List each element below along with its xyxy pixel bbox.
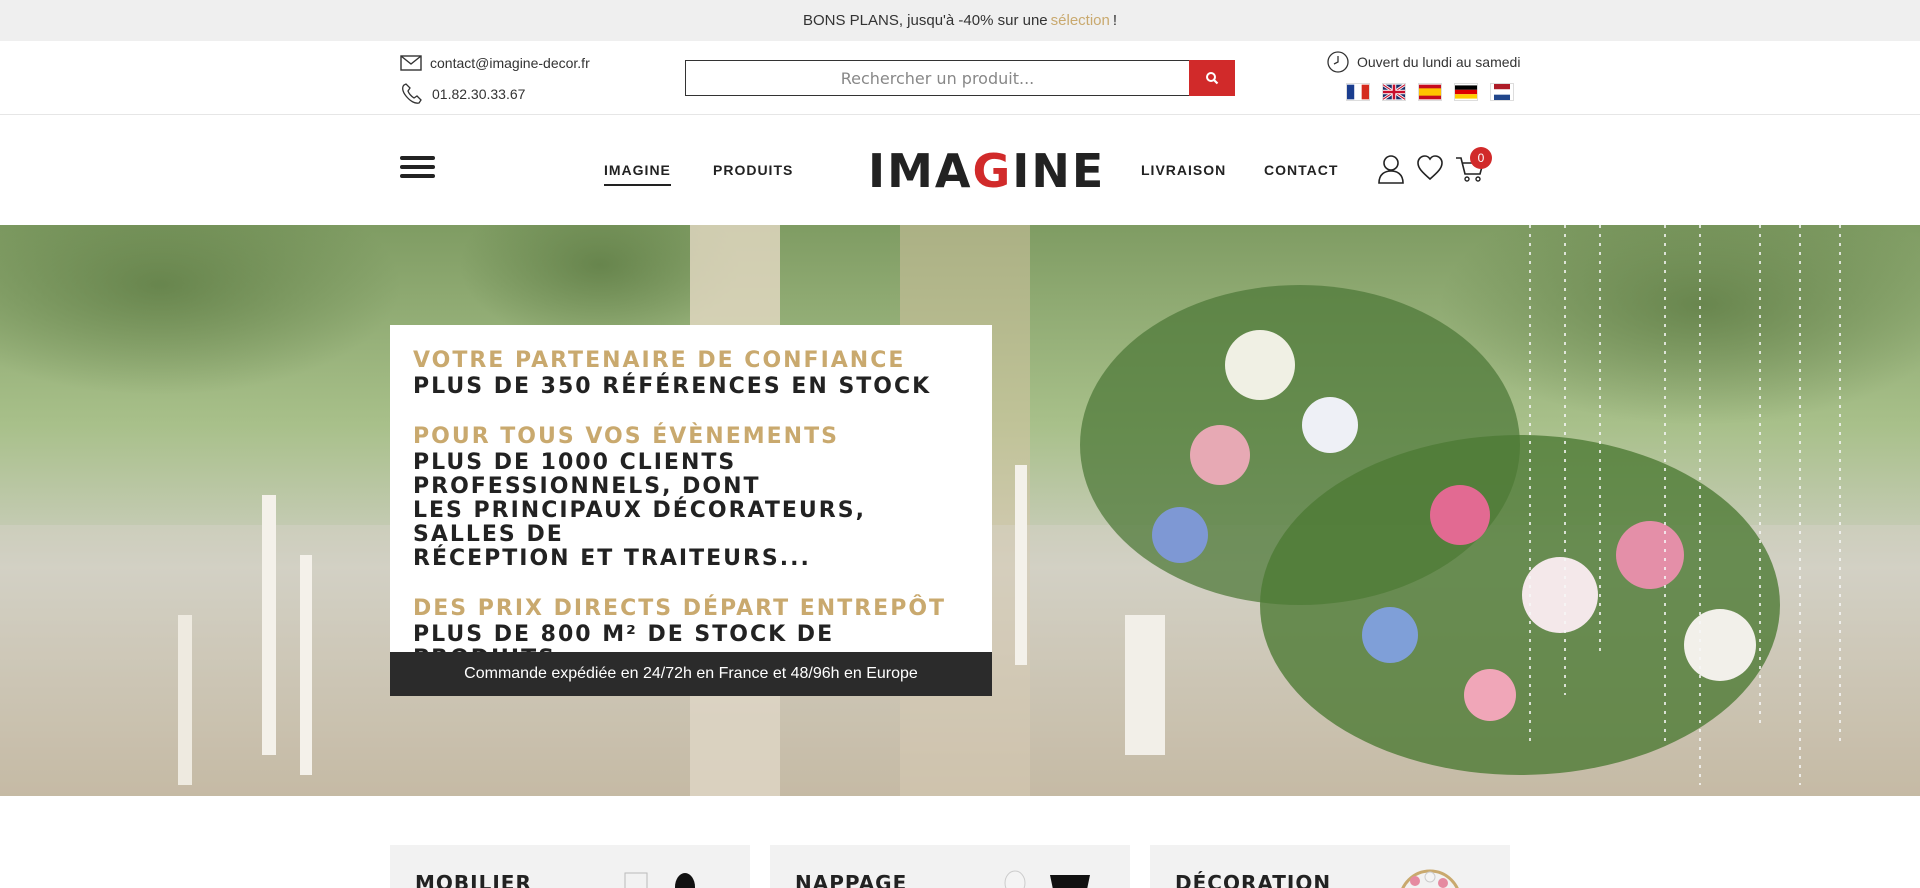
nav-produits[interactable]: PRODUITS: [713, 162, 793, 178]
tablecloth-thumbnail-icon: [1004, 870, 1090, 888]
promo-text: BONS PLANS, jusqu'à -40% sur une: [802, 12, 1048, 29]
shipping-banner: Commande expédiée en 24/72h en France et…: [390, 652, 992, 696]
category-label: DÉCORATION: [1175, 871, 1332, 888]
nav-contact[interactable]: CONTACT: [1264, 162, 1338, 178]
menu-icon[interactable]: [400, 156, 435, 182]
hero-heading-1: VOTRE PARTENAIRE DE CONFIANCE: [413, 348, 906, 373]
phone-text: 01.82.30.33.67: [432, 86, 526, 102]
user-account-icon[interactable]: [1377, 154, 1405, 184]
category-card-mobilier[interactable]: MOBILIER: [390, 845, 750, 888]
wishlist-heart-icon[interactable]: [1416, 154, 1444, 182]
hero-info-card: VOTRE PARTENAIRE DE CONFIANCE PLUS DE 35…: [390, 325, 992, 696]
phone-contact[interactable]: 01.82.30.33.67: [400, 83, 525, 105]
promo-selection-link[interactable]: sélection: [1051, 12, 1110, 29]
flag-de-icon[interactable]: [1454, 83, 1478, 101]
utility-bar: contact@imagine-decor.fr 01.82.30.33.67 …: [0, 41, 1920, 115]
hero-heading-2: POUR TOUS VOS ÉVÈNEMENTS: [413, 424, 839, 449]
flag-nl-icon[interactable]: [1490, 83, 1514, 101]
search-icon: [1206, 72, 1219, 85]
flag-es-icon[interactable]: [1418, 83, 1442, 101]
hero-block-2: POUR TOUS VOS ÉVÈNEMENTS PLUS DE 1000 CL…: [413, 423, 969, 571]
nav-livraison[interactable]: LIVRAISON: [1141, 162, 1226, 178]
category-card-nappage[interactable]: NAPPAGE: [770, 845, 1130, 888]
flag-uk-icon[interactable]: [1382, 83, 1406, 101]
category-label: MOBILIER: [415, 871, 532, 888]
category-label: NAPPAGE: [795, 871, 908, 888]
nav-imagine[interactable]: IMAGINE: [604, 162, 671, 186]
flag-fr-icon[interactable]: [1346, 83, 1370, 101]
phone-icon: [402, 83, 422, 104]
search-button[interactable]: [1189, 60, 1235, 96]
search-input[interactable]: [685, 60, 1189, 96]
promo-suffix: !: [1112, 12, 1118, 29]
cart-count-badge: 0: [1470, 147, 1492, 169]
hero-banner: VOTRE PARTENAIRE DE CONFIANCE PLUS DE 35…: [0, 225, 1920, 796]
search-bar: [685, 60, 1235, 96]
main-header: IMAGINE PRODUITS IMAGINE LIVRAISON CONTA…: [0, 116, 1920, 224]
furniture-thumbnail-icon: [624, 872, 695, 888]
hours-text: Ouvert du lundi au samedi: [1357, 54, 1521, 70]
hero-block-1: VOTRE PARTENAIRE DE CONFIANCE PLUS DE 35…: [413, 347, 969, 399]
email-contact[interactable]: contact@imagine-decor.fr: [400, 55, 590, 71]
opening-hours: Ouvert du lundi au samedi: [1327, 51, 1520, 73]
hero-body-1: PLUS DE 350 RÉFÉRENCES EN STOCK: [413, 374, 932, 399]
site-logo[interactable]: IMAGINE: [868, 144, 1105, 198]
email-text: contact@imagine-decor.fr: [430, 55, 590, 71]
decoration-thumbnail-icon: [1401, 869, 1459, 888]
language-switcher: [1346, 83, 1514, 101]
category-card-decoration[interactable]: DÉCORATION: [1150, 845, 1510, 888]
promo-bar: BONS PLANS, jusqu'à -40% sur une sélecti…: [0, 0, 1920, 41]
category-cards: MOBILIER NAPPAGE DÉCORATION: [390, 845, 1510, 888]
clock-icon: [1327, 51, 1349, 73]
hero-heading-3: DES PRIX DIRECTS DÉPART ENTREPÔT: [413, 596, 947, 621]
mail-icon: [400, 55, 422, 71]
hero-body-2: PLUS DE 1000 CLIENTS PROFESSIONNELS, DON…: [413, 450, 866, 571]
